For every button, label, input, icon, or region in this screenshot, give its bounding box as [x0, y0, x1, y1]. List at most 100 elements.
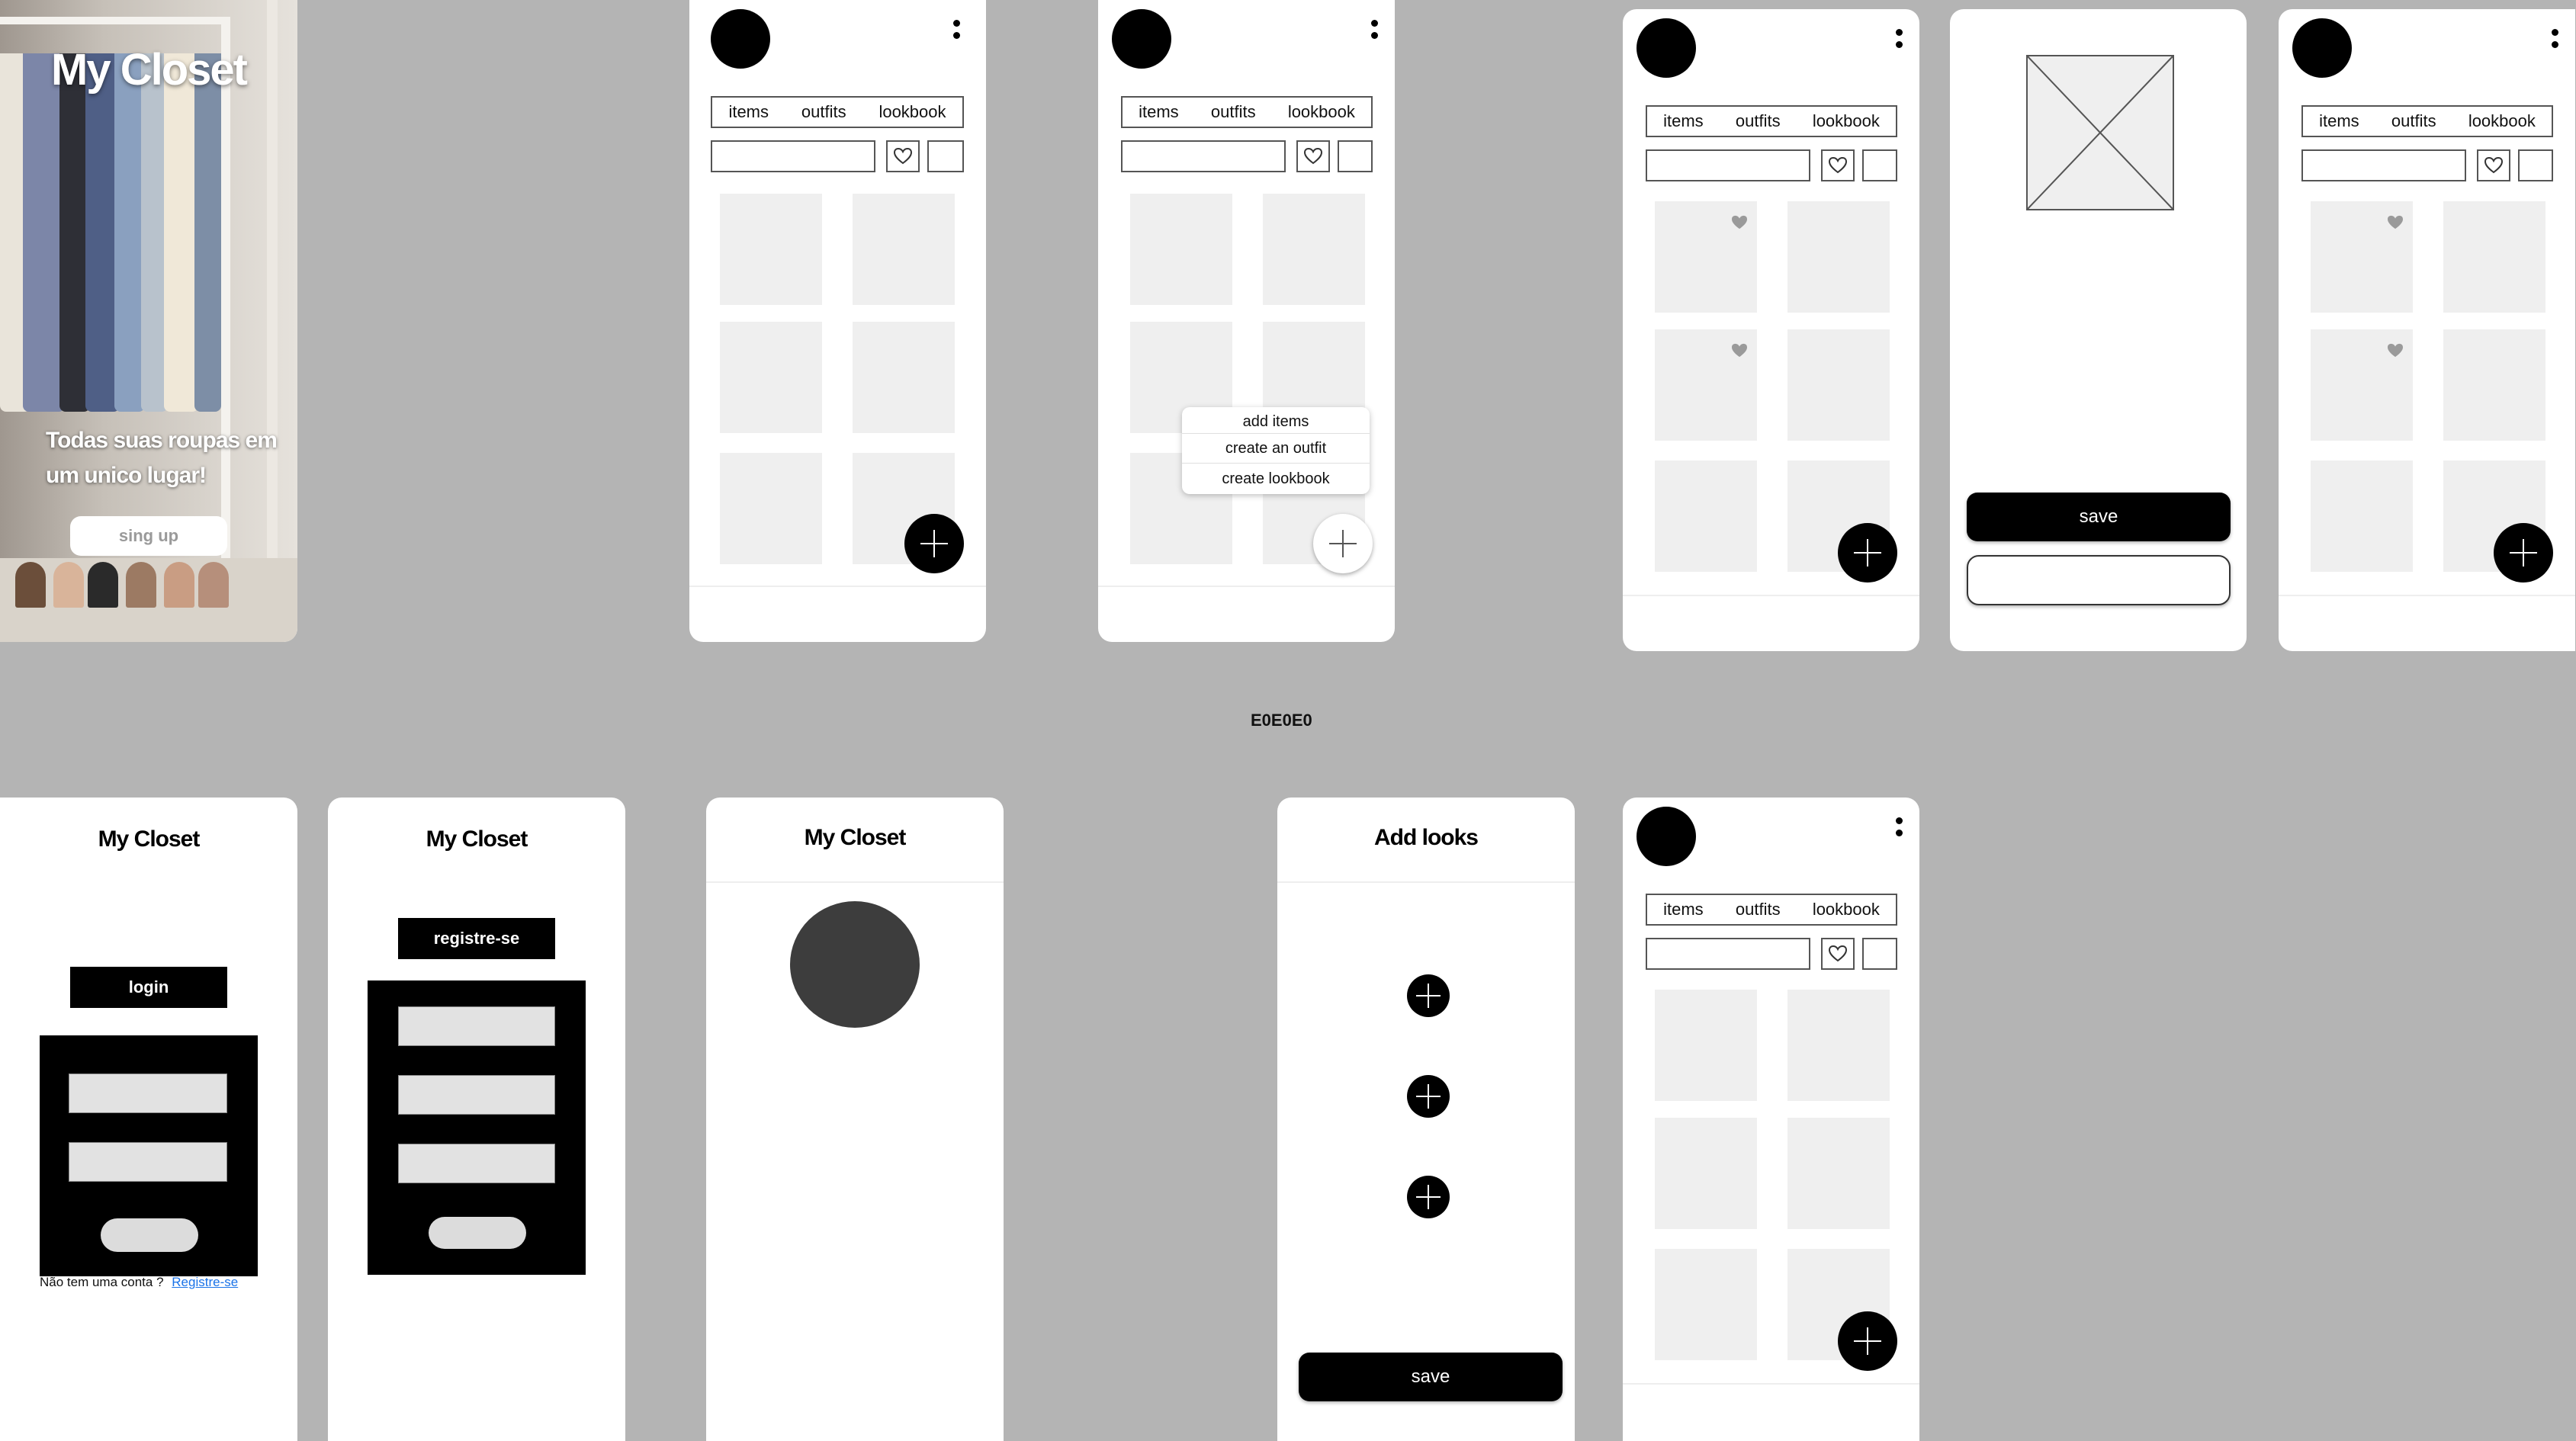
item-tile[interactable]	[720, 322, 822, 433]
add-button[interactable]	[1838, 523, 1897, 582]
image-placeholder[interactable]	[2026, 55, 2174, 210]
item-tile[interactable]	[1263, 194, 1365, 305]
filter-button[interactable]	[1338, 140, 1373, 172]
tab-lookbook[interactable]: lookbook	[878, 102, 946, 122]
menu-item-create-lookbook[interactable]: create lookbook	[1182, 464, 1370, 494]
add-button[interactable]	[1838, 1311, 1897, 1371]
secondary-button[interactable]	[1967, 555, 2231, 605]
filter-button[interactable]	[927, 140, 964, 172]
password-field[interactable]	[398, 1144, 555, 1183]
more-icon[interactable]	[953, 20, 961, 44]
more-icon[interactable]	[2552, 29, 2559, 53]
favorites-button[interactable]	[1821, 149, 1855, 181]
save-button[interactable]: save	[1967, 493, 2231, 541]
item-tile[interactable]	[1655, 461, 1757, 572]
avatar[interactable]	[1636, 18, 1696, 78]
avatar[interactable]	[711, 9, 770, 69]
signup-button[interactable]: sing up	[70, 516, 227, 556]
item-tile[interactable]	[853, 194, 955, 305]
item-tile[interactable]	[1787, 201, 1890, 313]
login-screen: My Closet login Não tem uma conta ? Regi…	[0, 798, 297, 1441]
favorites-button[interactable]	[1296, 140, 1330, 172]
heart-filled-icon[interactable]	[1731, 343, 1748, 358]
add-look-button[interactable]	[1407, 974, 1450, 1017]
avatar[interactable]	[1112, 9, 1171, 69]
tab-outfits[interactable]: outfits	[2391, 111, 2436, 131]
login-button[interactable]: login	[70, 967, 227, 1008]
heart-outline-icon	[1829, 157, 1847, 174]
avatar[interactable]	[1636, 807, 1696, 866]
heart-filled-icon[interactable]	[2387, 215, 2404, 230]
menu-item-add-items[interactable]: add items	[1182, 407, 1370, 434]
profile-photo[interactable]	[790, 901, 920, 1028]
filter-button[interactable]	[2518, 149, 2553, 181]
more-icon[interactable]	[1896, 817, 1903, 842]
search-input[interactable]	[2301, 149, 2466, 181]
item-tile[interactable]	[720, 453, 822, 564]
favorites-screen-alt: items outfits lookbook	[2279, 9, 2575, 651]
search-input[interactable]	[1646, 938, 1810, 970]
page-title: Add looks	[1373, 825, 1479, 850]
filter-button[interactable]	[1862, 149, 1897, 181]
add-button[interactable]	[1313, 514, 1373, 573]
tab-lookbook[interactable]: lookbook	[1813, 111, 1880, 131]
more-icon[interactable]	[1896, 29, 1903, 53]
password-field[interactable]	[69, 1142, 227, 1182]
item-tile[interactable]	[1655, 990, 1757, 1101]
avatar[interactable]	[2292, 18, 2352, 78]
heart-outline-icon	[1829, 945, 1847, 962]
item-tile[interactable]	[1655, 201, 1757, 313]
search-input[interactable]	[711, 140, 875, 172]
register-link[interactable]: Registre-se	[172, 1275, 238, 1289]
submit-button[interactable]	[429, 1217, 526, 1249]
tab-outfits[interactable]: outfits	[1736, 111, 1781, 131]
item-tile[interactable]	[720, 194, 822, 305]
item-detail-screen: save	[1950, 9, 2247, 651]
save-button[interactable]: save	[1299, 1353, 1563, 1401]
add-look-button[interactable]	[1407, 1075, 1450, 1118]
item-tile[interactable]	[1130, 194, 1232, 305]
item-tile[interactable]	[1787, 1118, 1890, 1229]
search-input[interactable]	[1646, 149, 1810, 181]
tab-lookbook[interactable]: lookbook	[1288, 102, 1355, 122]
heart-filled-icon[interactable]	[1731, 215, 1748, 230]
item-tile[interactable]	[1787, 329, 1890, 441]
submit-button[interactable]	[101, 1218, 198, 1252]
tab-items[interactable]: items	[2319, 111, 2359, 131]
add-button[interactable]	[2494, 523, 2553, 582]
tab-outfits[interactable]: outfits	[1736, 900, 1781, 919]
heart-filled-icon[interactable]	[2387, 343, 2404, 358]
tab-items[interactable]: items	[1139, 102, 1179, 122]
more-icon[interactable]	[1371, 20, 1379, 44]
favorites-button[interactable]	[1821, 938, 1855, 970]
item-tile[interactable]	[1787, 990, 1890, 1101]
tab-lookbook[interactable]: lookbook	[2468, 111, 2536, 131]
email-field[interactable]	[398, 1075, 555, 1115]
favorites-button[interactable]	[2477, 149, 2510, 181]
item-tile[interactable]	[2443, 329, 2545, 441]
tab-items[interactable]: items	[728, 102, 769, 122]
item-tile[interactable]	[2443, 201, 2545, 313]
item-tile[interactable]	[853, 322, 955, 433]
filter-button[interactable]	[1862, 938, 1897, 970]
item-tile[interactable]	[2311, 201, 2413, 313]
search-input[interactable]	[1121, 140, 1286, 172]
tab-items[interactable]: items	[1663, 111, 1704, 131]
tab-items[interactable]: items	[1663, 900, 1704, 919]
item-tile[interactable]	[1655, 1118, 1757, 1229]
register-button[interactable]: registre-se	[398, 918, 555, 959]
item-tile[interactable]	[1655, 1249, 1757, 1360]
favorites-button[interactable]	[886, 140, 920, 172]
menu-item-create-outfit[interactable]: create an outfit	[1182, 434, 1370, 464]
item-tile[interactable]	[2311, 329, 2413, 441]
tab-lookbook[interactable]: lookbook	[1813, 900, 1880, 919]
tab-outfits[interactable]: outfits	[1211, 102, 1256, 122]
item-tile[interactable]	[2311, 461, 2413, 572]
item-tile[interactable]	[1655, 329, 1757, 441]
name-field[interactable]	[398, 1006, 555, 1046]
username-field[interactable]	[69, 1074, 227, 1113]
tab-outfits[interactable]: outfits	[801, 102, 846, 122]
add-look-button[interactable]	[1407, 1176, 1450, 1218]
plus-icon	[1416, 1185, 1441, 1209]
add-button[interactable]	[904, 514, 964, 573]
